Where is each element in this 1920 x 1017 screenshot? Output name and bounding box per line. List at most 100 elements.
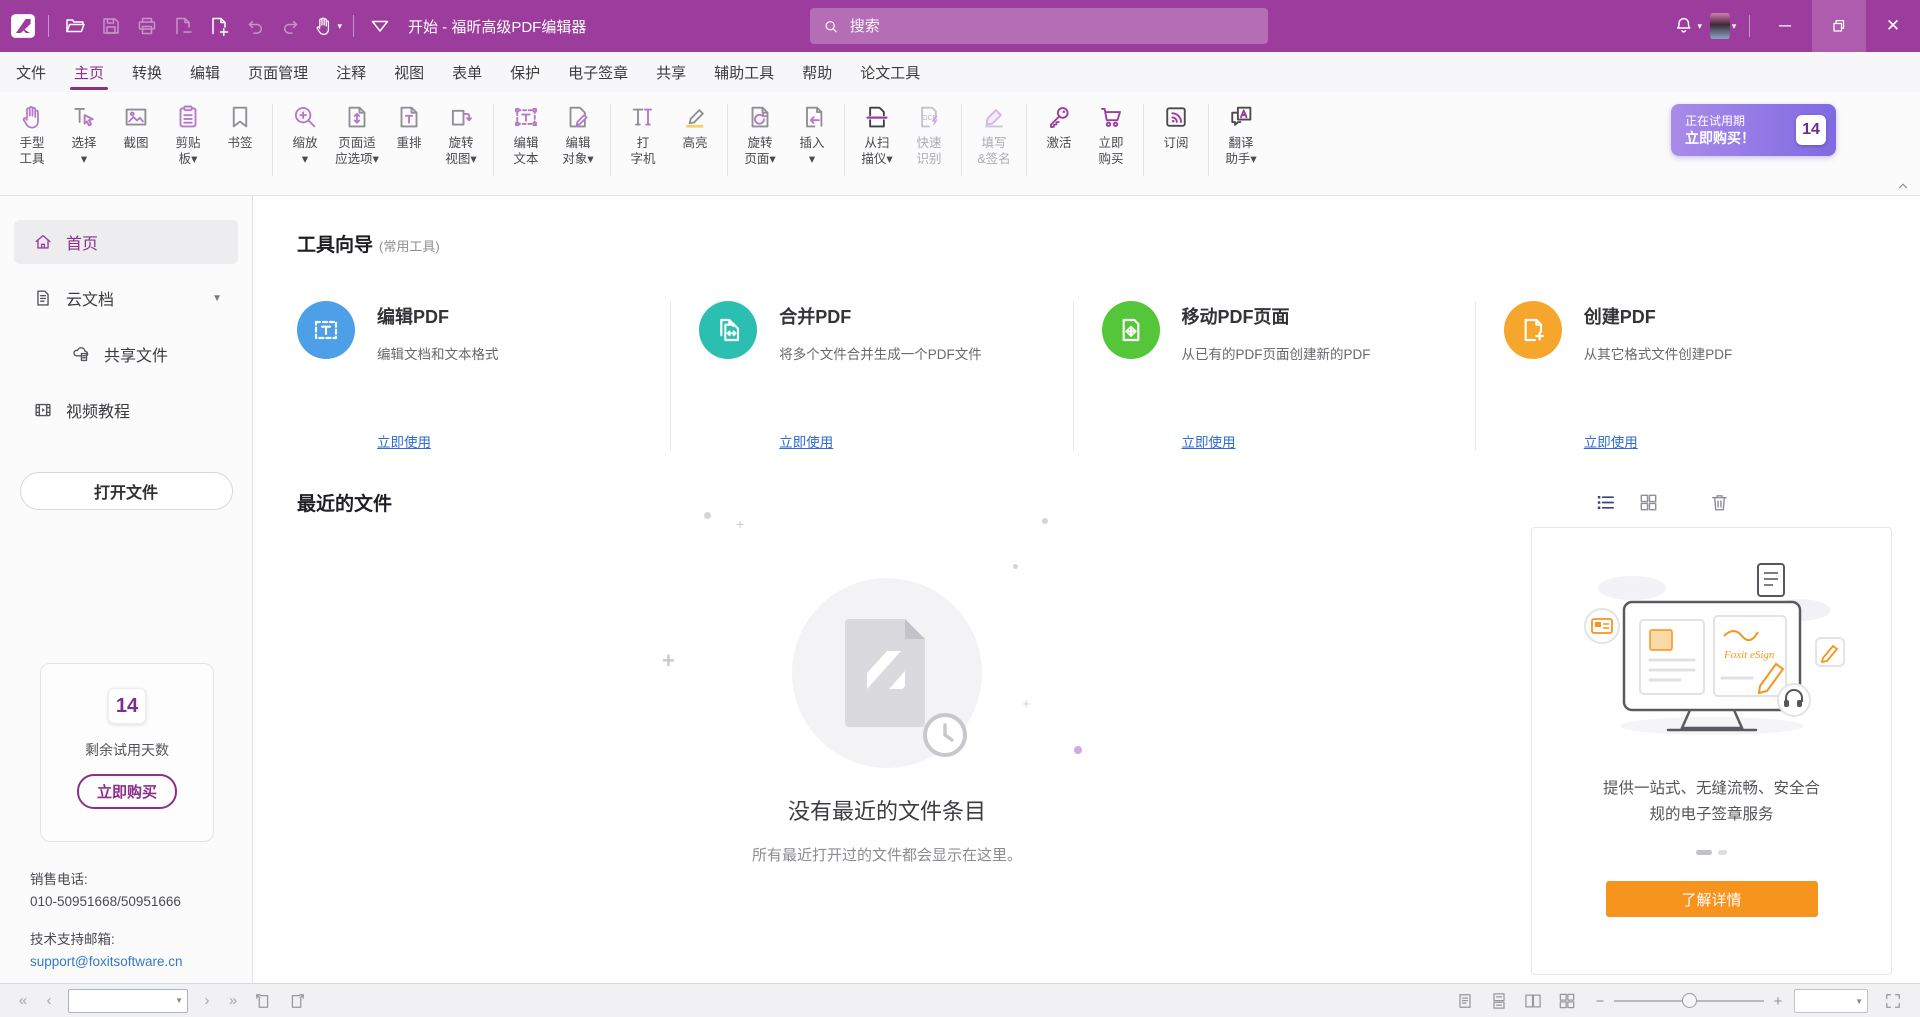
continuous-view-icon[interactable] [1489,991,1509,1011]
customize-toolbar-icon[interactable] [365,11,395,41]
page-number-input[interactable] [69,994,175,1008]
restore-button[interactable] [1812,0,1866,52]
clear-recent-trash-icon[interactable] [1708,491,1731,514]
menu-item[interactable]: 表单 [438,52,496,92]
menu-item[interactable]: 转换 [118,52,176,92]
zoom-slider-thumb[interactable] [1682,993,1697,1008]
notifications-bell-icon[interactable]: ▾ [1672,11,1702,41]
carousel-dot[interactable] [1718,850,1727,855]
sidebar-item-cloud-doc[interactable]: 云文档▼ [14,276,238,320]
next-view-icon[interactable] [287,991,307,1011]
tool-button[interactable]: OCR快速识别 [903,100,955,167]
undo-icon[interactable] [240,11,270,41]
chevron-down-icon[interactable]: ▼ [212,293,222,304]
tool-button[interactable]: 旋转页面▾ [734,100,786,167]
zoom-level-caret-icon[interactable]: ▼ [1855,997,1867,1006]
search-box[interactable] [810,8,1268,44]
use-now-link[interactable]: 立即使用 [377,431,431,451]
menu-item[interactable]: 共享 [642,52,700,92]
tool-button[interactable]: 剪贴板▾ [162,100,214,167]
tool-label: ▾ [302,151,308,167]
menu-item[interactable]: 页面管理 [234,52,322,92]
tool-button[interactable]: 打字机 [617,100,669,167]
tool-button[interactable]: 编辑对象▾ [552,100,604,167]
grid-view-icon[interactable] [1637,491,1660,514]
hand-mode-icon[interactable]: ▾ [312,11,342,41]
merge-pdf-icon[interactable] [699,301,757,359]
next-page-icon[interactable]: › [194,992,220,1009]
save-icon[interactable] [96,11,126,41]
use-now-link[interactable]: 立即使用 [1584,431,1638,451]
tool-button[interactable]: 缩放▾ [279,100,331,167]
tool-button[interactable]: 重排 [383,100,435,151]
support-email-link[interactable]: support@foxitsoftware.cn [30,951,183,973]
tool-button[interactable]: 填写&签名 [968,100,1020,167]
recent-section-title: 最近的文件 [297,489,392,516]
learn-more-button[interactable]: 了解详情 [1606,881,1818,917]
edit-pdf-icon[interactable] [297,301,355,359]
fit-screen-icon[interactable] [1883,991,1903,1011]
tool-button[interactable]: 激活 [1033,100,1085,151]
menu-item[interactable]: 电子签章 [554,52,642,92]
move-pdf-icon[interactable] [1102,301,1160,359]
menu-item[interactable]: 主页 [60,52,118,92]
extract-page-icon[interactable] [168,11,198,41]
tool-button[interactable]: 页面适应选项▾ [331,100,383,167]
menu-item[interactable]: 视图 [380,52,438,92]
menu-item[interactable]: 辅助工具 [700,52,788,92]
last-page-icon[interactable]: » [220,992,246,1009]
use-now-link[interactable]: 立即使用 [1182,431,1236,451]
tool-button[interactable]: 订阅 [1150,100,1202,151]
close-button[interactable]: ✕ [1866,0,1920,52]
account-menu[interactable]: ▾ [1708,11,1738,41]
redo-icon[interactable] [276,11,306,41]
menu-item[interactable]: 论文工具 [846,52,934,92]
tool-button[interactable]: 插入▾ [786,100,838,167]
page-number-caret-icon[interactable]: ▼ [175,996,187,1005]
zoom-out-icon[interactable]: − [1592,993,1608,1010]
minimize-button[interactable]: ─ [1758,0,1812,52]
search-input[interactable] [850,18,1256,35]
carousel-dot-active[interactable] [1696,850,1712,855]
tool-button[interactable]: 高亮 [669,100,721,151]
list-view-icon[interactable] [1594,491,1617,514]
zoom-slider-track[interactable] [1614,1000,1764,1002]
zoom-level-input[interactable] [1795,994,1855,1008]
zoom-in-icon[interactable]: + [1770,993,1786,1010]
toolbar-collapse-chevron-icon[interactable] [1894,179,1912,193]
tool-button[interactable]: 编辑文本 [500,100,552,167]
tool-button[interactable]: 立即购买 [1085,100,1137,167]
menu-item[interactable]: 保护 [496,52,554,92]
menu-item[interactable]: 注释 [322,52,380,92]
single-page-view-icon[interactable] [1455,991,1475,1011]
first-page-icon[interactable]: « [10,992,36,1009]
tool-label: 工具 [19,151,44,167]
tool-button[interactable]: 手型工具 [6,100,58,167]
sidebar-item-shared-files[interactable]: 共享文件 [14,332,238,376]
create-pdf-icon[interactable] [1504,301,1562,359]
open-file-button[interactable]: 打开文件 [20,472,233,510]
menu-item[interactable]: 帮助 [788,52,846,92]
trial-buy-badge[interactable]: 正在试用期 立即购买！ 14 [1671,104,1836,156]
tool-button[interactable]: 翻译助手▾ [1215,100,1267,167]
add-page-icon[interactable] [204,11,234,41]
facing-view-icon[interactable] [1523,991,1543,1011]
previous-page-icon[interactable]: ‹ [36,992,62,1009]
tool-label: 翻译 [1228,135,1253,151]
tool-button[interactable]: 截图 [110,100,162,151]
sidebar-item-home[interactable]: 首页 [14,220,238,264]
menu-item[interactable]: 文件 [2,52,60,92]
print-icon[interactable] [132,11,162,41]
tool-button[interactable]: 选择▾ [58,100,110,167]
previous-view-icon[interactable] [253,991,273,1011]
esign-illustration: Foxit eSign [1572,558,1852,748]
sidebar-item-video-tutorial[interactable]: 视频教程 [14,388,238,432]
menu-item[interactable]: 编辑 [176,52,234,92]
quad-view-icon[interactable] [1557,991,1577,1011]
buy-now-button[interactable]: 立即购买 [77,774,177,809]
tool-button[interactable]: 旋转视图▾ [435,100,487,167]
open-file-icon[interactable] [60,11,90,41]
tool-button[interactable]: 从扫描仪▾ [851,100,903,167]
tool-button[interactable]: 书签 [214,100,266,151]
use-now-link[interactable]: 立即使用 [779,431,833,451]
